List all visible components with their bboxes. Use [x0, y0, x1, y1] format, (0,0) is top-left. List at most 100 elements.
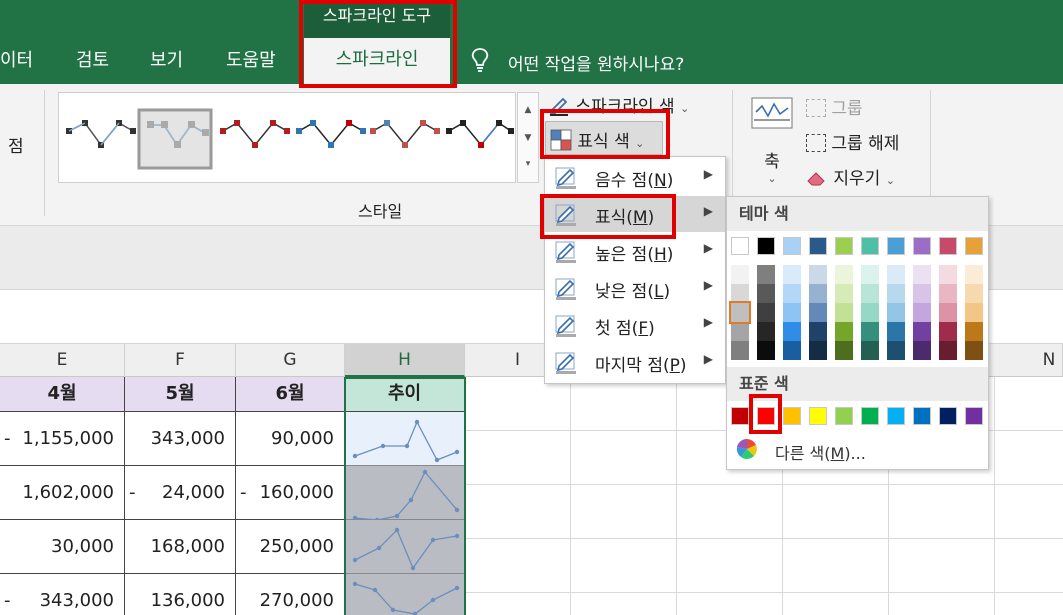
standard-color-swatch[interactable]: [809, 407, 827, 425]
theme-shade-swatch[interactable]: [757, 303, 775, 322]
lightbulb-icon[interactable]: [470, 47, 490, 73]
tab-view[interactable]: 보기: [150, 46, 183, 72]
theme-color-swatch[interactable]: [731, 237, 749, 255]
value-cell[interactable]: 343,000: [125, 412, 236, 466]
column-header-g[interactable]: G: [236, 344, 345, 377]
theme-shade-swatch[interactable]: [731, 322, 749, 341]
theme-shade-swatch[interactable]: [861, 303, 879, 322]
theme-shade-swatch[interactable]: [965, 322, 983, 341]
theme-shade-swatch[interactable]: [731, 265, 749, 284]
theme-shade-swatch[interactable]: [861, 341, 879, 360]
gallery-scroller[interactable]: ▲ ▼ ▾: [517, 92, 539, 183]
theme-shade-swatch[interactable]: [861, 265, 879, 284]
theme-shade-swatch[interactable]: [939, 265, 957, 284]
theme-shade-swatch[interactable]: [809, 303, 827, 322]
column-header-h[interactable]: H: [345, 344, 465, 377]
theme-shade-swatch[interactable]: [731, 284, 749, 303]
theme-shade-swatch[interactable]: [835, 322, 853, 341]
axis-button[interactable]: 축 ⌄: [746, 94, 798, 185]
value-cell[interactable]: 270,000: [236, 574, 345, 615]
style-thumbnail-1[interactable]: [66, 120, 136, 148]
theme-color-swatch[interactable]: [913, 237, 931, 255]
theme-color-swatch[interactable]: [809, 237, 827, 255]
theme-shade-swatch[interactable]: [783, 265, 801, 284]
standard-color-swatch[interactable]: [835, 407, 853, 425]
sparkline-cell[interactable]: [345, 412, 465, 466]
gallery-up-icon[interactable]: ▲: [518, 105, 538, 115]
standard-color-swatch[interactable]: [965, 407, 983, 425]
gallery-down-icon[interactable]: ▼: [518, 133, 538, 143]
marker-menu-item-0[interactable]: 음수 점(N) ▶: [545, 159, 725, 195]
theme-shade-swatch[interactable]: [809, 284, 827, 303]
theme-shade-swatch[interactable]: [913, 303, 931, 322]
theme-shade-swatch[interactable]: [939, 303, 957, 322]
sparkline-cell[interactable]: [345, 520, 465, 574]
theme-shade-swatch[interactable]: [729, 301, 751, 324]
style-thumbnail-2-selected[interactable]: [137, 108, 213, 170]
value-cell[interactable]: 1,602,000: [0, 466, 125, 520]
theme-shade-swatch[interactable]: [783, 341, 801, 360]
value-cell[interactable]: 250,000: [236, 520, 345, 574]
standard-color-swatch[interactable]: [939, 407, 957, 425]
theme-shade-swatch[interactable]: [757, 284, 775, 303]
theme-color-swatch[interactable]: [939, 237, 957, 255]
gallery-more-icon[interactable]: ▾: [518, 159, 538, 169]
theme-shade-swatch[interactable]: [757, 265, 775, 284]
tab-review[interactable]: 검토: [76, 46, 109, 72]
value-cell[interactable]: 90,000: [236, 412, 345, 466]
theme-shade-swatch[interactable]: [861, 322, 879, 341]
theme-color-swatch[interactable]: [757, 237, 775, 255]
theme-shade-swatch[interactable]: [757, 341, 775, 360]
standard-color-swatch[interactable]: [887, 407, 905, 425]
marker-menu-item-3[interactable]: 낮은 점(L) ▶: [545, 270, 725, 306]
theme-shade-swatch[interactable]: [809, 265, 827, 284]
theme-color-swatch[interactable]: [887, 237, 905, 255]
theme-shade-swatch[interactable]: [965, 265, 983, 284]
sparkline-cell[interactable]: [345, 574, 465, 615]
theme-color-swatch[interactable]: [965, 237, 983, 255]
theme-shade-swatch[interactable]: [913, 322, 931, 341]
tab-help[interactable]: 도움말: [226, 46, 276, 72]
marker-menu-item-4[interactable]: 첫 점(F) ▶: [545, 307, 725, 343]
theme-shade-swatch[interactable]: [913, 341, 931, 360]
theme-shade-swatch[interactable]: [835, 265, 853, 284]
style-thumbnail-4[interactable]: [296, 120, 366, 148]
more-colors-item[interactable]: 다른 색(M)...: [733, 435, 983, 465]
sparkline-cell[interactable]: [345, 466, 465, 523]
marker-menu-item-5[interactable]: 마지막 점(P) ▶: [545, 344, 725, 380]
theme-shade-swatch[interactable]: [887, 341, 905, 360]
theme-shade-swatch[interactable]: [939, 284, 957, 303]
theme-shade-swatch[interactable]: [887, 303, 905, 322]
header-cell-may[interactable]: 5월: [125, 377, 236, 412]
group-button[interactable]: 그룹: [806, 94, 863, 119]
theme-shade-swatch[interactable]: [939, 341, 957, 360]
style-thumbnail-3[interactable]: [220, 120, 290, 148]
value-cell[interactable]: 30,000: [0, 520, 125, 574]
theme-color-swatch[interactable]: [835, 237, 853, 255]
standard-color-swatch[interactable]: [731, 407, 749, 425]
theme-shade-swatch[interactable]: [783, 322, 801, 341]
value-cell[interactable]: 136,000: [125, 574, 236, 615]
ungroup-button[interactable]: 그룹 해제: [806, 129, 899, 154]
value-cell[interactable]: -160,000: [236, 466, 345, 520]
value-cell[interactable]: -1,155,000: [0, 412, 125, 466]
theme-shade-swatch[interactable]: [887, 284, 905, 303]
standard-color-swatch[interactable]: [783, 407, 801, 425]
theme-color-swatch[interactable]: [783, 237, 801, 255]
standard-color-swatch[interactable]: [913, 407, 931, 425]
theme-shade-swatch[interactable]: [783, 284, 801, 303]
theme-shade-swatch[interactable]: [783, 303, 801, 322]
header-cell-april[interactable]: 4월: [0, 377, 125, 412]
theme-shade-swatch[interactable]: [965, 341, 983, 360]
theme-shade-swatch[interactable]: [809, 322, 827, 341]
theme-shade-swatch[interactable]: [809, 341, 827, 360]
tell-me-search[interactable]: 어떤 작업을 원하시나요?: [508, 50, 684, 75]
theme-shade-swatch[interactable]: [913, 284, 931, 303]
theme-shade-swatch[interactable]: [861, 284, 879, 303]
standard-color-swatch[interactable]: [861, 407, 879, 425]
theme-shade-swatch[interactable]: [887, 265, 905, 284]
theme-shade-swatch[interactable]: [965, 303, 983, 322]
header-cell-trend[interactable]: 추이: [345, 377, 465, 412]
theme-shade-swatch[interactable]: [913, 265, 931, 284]
tab-data[interactable]: 이터: [0, 46, 33, 72]
